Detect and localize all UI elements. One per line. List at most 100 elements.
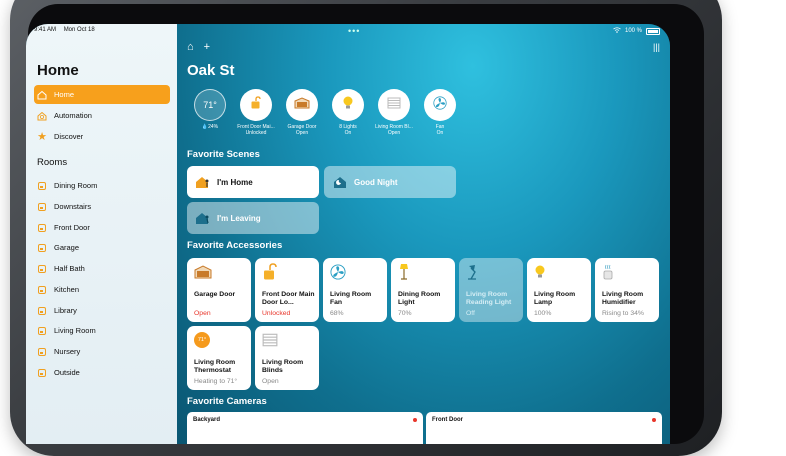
sidebar-item-room[interactable]: Front Door: [34, 218, 170, 237]
accessory-tile[interactable]: Dining Room Light 70%: [391, 258, 455, 322]
sidebar-item-label: Kitchen: [54, 285, 80, 294]
sidebar-item-room[interactable]: Downstairs: [34, 197, 170, 216]
multitask-dots[interactable]: •••: [348, 26, 360, 36]
sidebar-item-room[interactable]: Kitchen: [34, 280, 170, 299]
accessory-tile[interactable]: Living Room Fan 68%: [323, 258, 387, 322]
battery-label: 100 %: [624, 28, 642, 34]
home-leaving-icon: [195, 211, 211, 225]
room-icon: [38, 306, 46, 315]
status-bar-left: 9:41 AM Mon Oct 18: [34, 27, 101, 33]
room-icon: [38, 326, 46, 335]
sidebar-item-label: Downstairs: [54, 202, 92, 211]
sidebar-item-room[interactable]: Nursery: [34, 342, 170, 361]
sidebar-item-label: Dining Room: [54, 181, 98, 190]
status-blinds[interactable]: Living Room Bl... Open: [371, 89, 417, 136]
battery-icon: [646, 27, 660, 35]
accessory-tile[interactable]: Living Room Lamp 100%: [527, 258, 591, 322]
sidebar-item-room[interactable]: Half Bath: [34, 259, 170, 278]
room-icon: [38, 285, 46, 294]
star-icon: ★: [37, 131, 47, 143]
rooms-heading: Rooms: [37, 157, 68, 168]
accessory-status: Off: [466, 310, 475, 317]
humidifier-icon: [602, 263, 652, 281]
status-time: 9:41 AM: [34, 27, 57, 33]
accessory-tile[interactable]: Living Room Humidifier Rising to 34%: [595, 258, 659, 322]
camera-tile[interactable]: Backyard: [187, 412, 423, 444]
scene-label: I'm Leaving: [217, 213, 261, 223]
bulb-icon: [534, 263, 584, 281]
accessory-tile[interactable]: 71° Living Room Thermostat Heating to 71…: [187, 326, 251, 390]
sidebar-item-automation[interactable]: Automation: [34, 106, 170, 125]
camera-tile[interactable]: Front Door: [426, 412, 662, 444]
sidebar-item-room[interactable]: Dining Room: [34, 176, 170, 195]
accessory-name: Front Door Main Door Lo...: [262, 291, 315, 306]
sidebar-item-discover[interactable]: ★ Discover: [34, 127, 170, 146]
accessory-tile[interactable]: Living Room Blinds Open: [255, 326, 319, 390]
sidebar-item-room[interactable]: Library: [34, 301, 170, 320]
voice-icon[interactable]: |||: [653, 42, 660, 52]
accessory-tile[interactable]: Living Room Reading Light Off: [459, 258, 523, 322]
floor-lamp-icon: [398, 263, 448, 281]
room-icon: [38, 202, 46, 211]
accessory-name: Living Room Blinds: [262, 359, 304, 374]
blinds-icon: [262, 331, 312, 349]
sidebar-item-room[interactable]: Living Room: [34, 321, 170, 340]
status-garage-door[interactable]: Garage Door Open: [279, 89, 325, 136]
thermostat-icon: 71°: [194, 331, 244, 349]
status-fan[interactable]: Fan On: [417, 89, 463, 136]
accessory-tile[interactable]: Garage Door Open: [187, 258, 251, 322]
sidebar-item-room[interactable]: Outside: [34, 363, 170, 382]
main-panel: ••• 100 % ⌂ + ||| Oak St 71° 💧24% Front …: [177, 24, 670, 444]
screen: 9:41 AM Mon Oct 18 Home Home Automation …: [26, 24, 670, 444]
add-icon[interactable]: +: [204, 41, 210, 53]
scene-label: I'm Home: [217, 177, 253, 187]
accessory-name: Living Room Reading Light: [466, 291, 512, 306]
sidebar-item-label: Library: [54, 306, 77, 315]
accessory-status: Rising to 34%: [602, 310, 644, 317]
sidebar-item-label: Home: [54, 90, 75, 99]
garage-icon: [194, 263, 244, 281]
sidebar-item-label: Outside: [54, 368, 80, 377]
blinds-icon: [387, 96, 401, 114]
accessory-name: Living Room Fan: [330, 291, 372, 306]
recording-dot: [652, 418, 656, 422]
humidity-label: 💧24%: [201, 124, 219, 130]
clock-icon: [37, 111, 47, 121]
accessory-tile[interactable]: Front Door Main Door Lo... Unlocked: [255, 258, 319, 322]
bulb-icon: [342, 96, 354, 115]
accessory-status: Heating to 71°: [194, 378, 238, 385]
room-icon: [38, 243, 46, 252]
scene-im-home[interactable]: I'm Home: [187, 166, 319, 198]
accessory-status: Unlocked: [262, 310, 291, 317]
cameras-heading: Favorite Cameras: [187, 396, 267, 407]
garage-icon: [294, 96, 310, 114]
accessory-name: Living Room Humidifier: [602, 291, 644, 306]
scene-good-night[interactable]: Good Night: [324, 166, 456, 198]
status-lights[interactable]: 8 Lights On: [325, 89, 371, 136]
home-title: Oak St: [187, 62, 235, 79]
sidebar-title: Home: [37, 62, 79, 79]
accessories-heading: Favorite Accessories: [187, 240, 283, 251]
sidebar-item-room[interactable]: Garage: [34, 238, 170, 257]
sidebar-item-label: Automation: [54, 111, 92, 120]
top-toolbar: ⌂ +: [187, 41, 210, 53]
desk-lamp-icon: [466, 263, 516, 281]
room-icon: [38, 181, 46, 190]
scene-im-leaving[interactable]: I'm Leaving: [187, 202, 319, 234]
accessory-name: Garage Door: [194, 291, 236, 298]
accessory-name: Living Room Lamp: [534, 291, 576, 306]
room-icon: [38, 368, 46, 377]
status-summary: 71° 💧24% Front Door Mai... Unlocked Garag…: [187, 89, 463, 136]
sidebar-item-home[interactable]: Home: [34, 85, 170, 104]
room-icon: [38, 223, 46, 232]
sidebar-item-label: Garage: [54, 243, 80, 252]
accessory-name: Dining Room Light: [398, 291, 441, 306]
status-date: Mon Oct 18: [63, 27, 95, 33]
status-bar-right: 100 %: [613, 27, 660, 35]
sidebar-item-label: Half Bath: [54, 264, 85, 273]
scenes-heading: Favorite Scenes: [187, 149, 260, 160]
status-climate[interactable]: 71° 💧24%: [187, 89, 233, 136]
status-front-door[interactable]: Front Door Mai... Unlocked: [233, 89, 279, 136]
home-icon[interactable]: ⌂: [187, 41, 194, 53]
temperature-value: 71°: [203, 100, 217, 110]
